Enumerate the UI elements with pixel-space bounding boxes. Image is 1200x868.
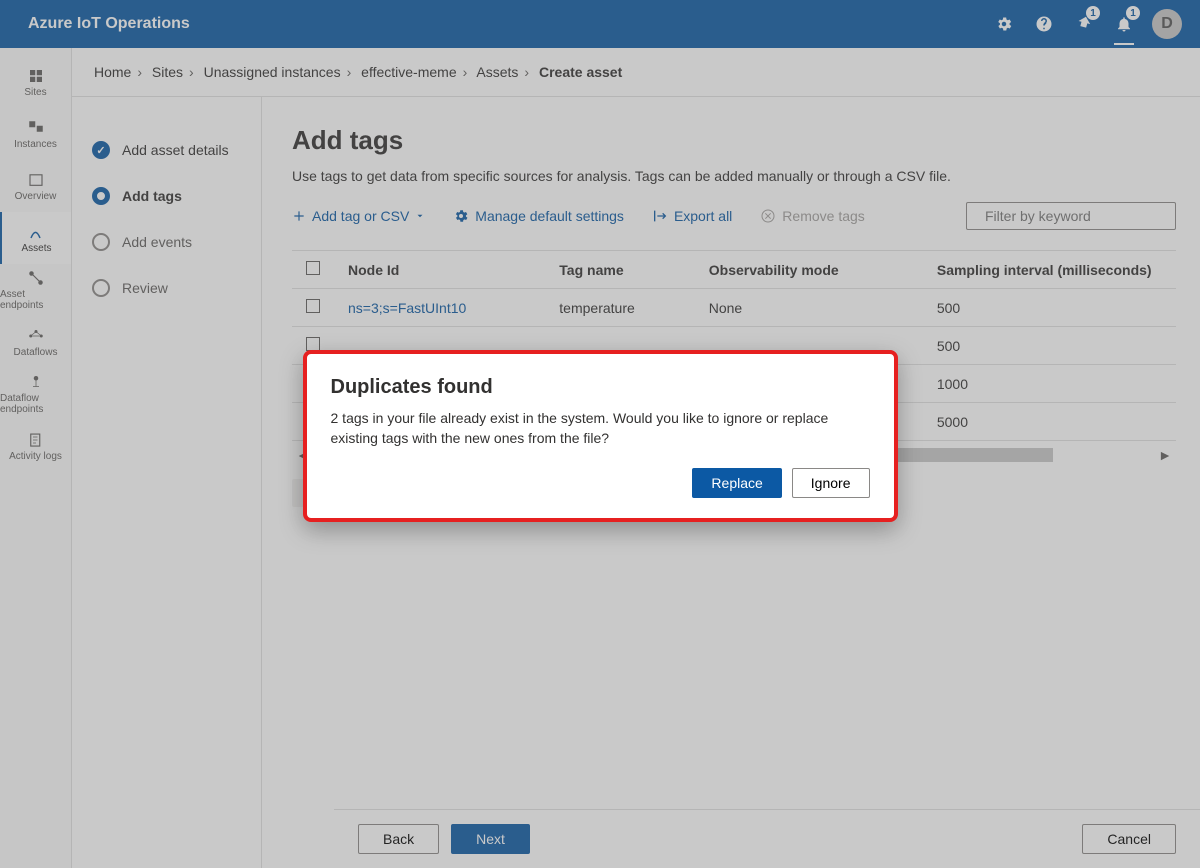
replace-button[interactable]: Replace [692, 468, 781, 498]
duplicates-modal: Duplicates found 2 tags in your file alr… [303, 350, 898, 522]
modal-title: Duplicates found [331, 376, 870, 399]
modal-body: 2 tags in your file already exist in the… [331, 409, 870, 448]
modal-overlay[interactable]: Duplicates found 2 tags in your file alr… [0, 0, 1200, 868]
ignore-button[interactable]: Ignore [792, 468, 870, 498]
